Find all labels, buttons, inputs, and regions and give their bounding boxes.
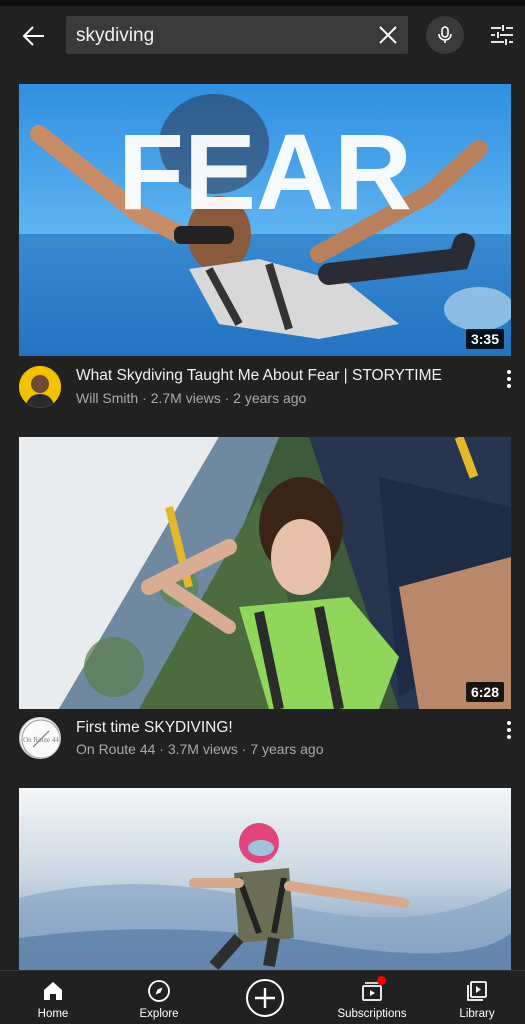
video-thumbnail[interactable]: FEAR 3:35	[19, 84, 511, 356]
search-filters-button[interactable]	[488, 21, 516, 49]
more-vertical-icon	[507, 721, 511, 739]
search-input[interactable]: skydiving	[66, 16, 408, 54]
channel-avatar[interactable]: On Route 44	[19, 717, 61, 759]
view-count: 2.7M views	[150, 390, 221, 406]
upload-age: 7 years ago	[250, 741, 324, 757]
more-vertical-icon	[507, 370, 511, 388]
nav-explore-label: Explore	[139, 1008, 179, 1020]
avatar-image	[19, 366, 61, 408]
thumbnail-image	[19, 437, 511, 709]
library-icon	[467, 981, 487, 1001]
video-duration: 6:28	[465, 682, 504, 702]
video-options-button[interactable]	[500, 719, 518, 741]
home-icon	[44, 982, 62, 1000]
channel-name[interactable]: On Route 44	[76, 741, 155, 757]
nav-library-label: Library	[459, 1008, 495, 1020]
compass-icon	[148, 980, 170, 1002]
notification-dot	[377, 976, 386, 985]
thumbnail-image	[19, 788, 511, 970]
search-header: skydiving	[0, 6, 525, 66]
video-metadata: On Route 44 · 3.7M views · 7 years ago	[76, 741, 324, 757]
video-card[interactable]	[0, 788, 525, 970]
close-icon	[379, 26, 397, 44]
nav-subscriptions[interactable]: Subscriptions	[330, 971, 414, 1024]
avatar-image: On Route 44	[21, 719, 60, 758]
video-card[interactable]: 6:28 On Route 44 First time SKYDIVING! O…	[0, 437, 525, 777]
nav-explore[interactable]: Explore	[119, 971, 199, 1024]
upload-age: 2 years ago	[233, 390, 307, 406]
clear-search-button[interactable]	[376, 23, 400, 47]
bottom-navigation: Home Explore Subscriptions Library	[0, 970, 525, 1024]
nav-subscriptions-label: Subscriptions	[337, 1008, 407, 1020]
back-button[interactable]	[18, 20, 50, 52]
plus-circle-icon	[246, 979, 284, 1017]
nav-home[interactable]: Home	[13, 971, 93, 1024]
view-count: 3.7M views	[167, 741, 238, 757]
nav-library[interactable]: Library	[437, 971, 517, 1024]
video-title[interactable]: What Skydiving Taught Me About Fear | ST…	[76, 367, 491, 385]
video-duration: 3:35	[465, 329, 504, 349]
microphone-icon	[438, 26, 452, 43]
sliders-icon	[491, 25, 513, 45]
nav-create[interactable]	[235, 971, 295, 1024]
voice-search-button[interactable]	[426, 16, 464, 54]
video-card[interactable]: FEAR 3:35 What Skydiving Taught Me About…	[0, 84, 525, 424]
avatar-text: On Route 44	[23, 736, 59, 744]
thumbnail-image: FEAR	[19, 84, 511, 356]
nav-home-label: Home	[37, 1008, 69, 1020]
video-thumbnail[interactable]	[19, 788, 511, 970]
video-options-button[interactable]	[500, 368, 518, 390]
video-thumbnail[interactable]: 6:28	[19, 437, 511, 709]
video-metadata: Will Smith · 2.7M views · 2 years ago	[76, 390, 307, 406]
channel-avatar[interactable]	[19, 366, 61, 408]
video-title[interactable]: First time SKYDIVING!	[76, 719, 491, 737]
channel-name[interactable]: Will Smith	[76, 390, 138, 406]
thumbnail-overlay-text: FEAR	[118, 111, 412, 232]
arrow-left-icon	[22, 26, 44, 46]
search-query-text: skydiving	[76, 25, 155, 46]
